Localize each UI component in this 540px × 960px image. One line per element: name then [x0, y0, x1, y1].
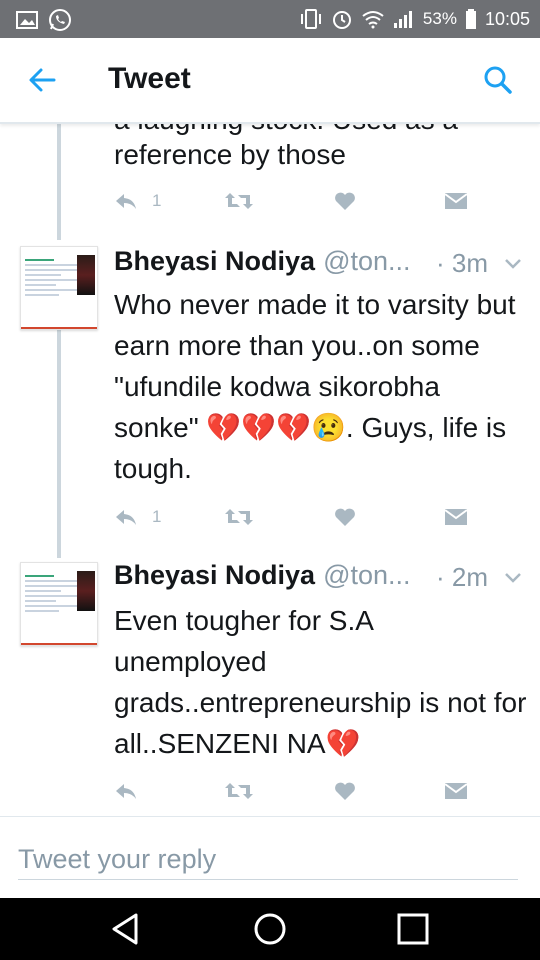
avatar-photo: [77, 571, 95, 611]
reply-count: 1: [152, 191, 162, 210]
reply-button[interactable]: [114, 776, 138, 806]
clock: 10:05: [484, 8, 530, 29]
tweet-actions: [114, 776, 494, 806]
reply-button[interactable]: 1: [114, 502, 161, 532]
battery-percent: 53%: [422, 9, 457, 28]
thread-line: [57, 122, 61, 240]
author-handle: @ton...: [323, 246, 411, 276]
direct-message-button[interactable]: [444, 186, 468, 216]
wifi-icon: [362, 11, 384, 29]
heart-icon: [335, 782, 355, 800]
envelope-icon: [444, 509, 468, 525]
signal-icon: [393, 11, 412, 28]
search-icon[interactable]: [482, 64, 514, 96]
reply-icon: [116, 194, 136, 209]
avatar-document-image: [25, 567, 77, 639]
retweet-button[interactable]: [224, 502, 254, 532]
page-title: Tweet: [108, 62, 191, 95]
author-name: Bheyasi Nodiya: [114, 560, 316, 590]
heart-icon: [335, 508, 355, 526]
chevron-down-icon[interactable]: [504, 572, 522, 584]
avatar[interactable]: [20, 246, 98, 330]
tweet-thread[interactable]: a laughing stock. Used as a reference by…: [0, 122, 540, 816]
like-button[interactable]: [334, 502, 356, 532]
author-handle: @ton...: [323, 560, 411, 590]
partial-tweet-text: reference by those: [114, 139, 346, 170]
avatar[interactable]: [20, 562, 98, 646]
avatar-accent-bar: [21, 643, 97, 645]
reply-bar: [0, 816, 540, 899]
retweet-button[interactable]: [224, 186, 254, 216]
gallery-icon: [16, 11, 38, 29]
thread-line: [57, 330, 61, 558]
envelope-icon: [444, 193, 468, 209]
tweet-actions: 1: [114, 186, 494, 216]
direct-message-button[interactable]: [444, 502, 468, 532]
whatsapp-icon: [49, 9, 71, 31]
retweet-icon: [225, 193, 253, 209]
tweet-author[interactable]: Bheyasi Nodiya @ton...: [114, 560, 411, 591]
tweet-timestamp[interactable]: · 3m: [436, 248, 488, 279]
recents-square-icon[interactable]: [395, 911, 431, 947]
back-arrow-icon[interactable]: [26, 64, 58, 96]
avatar-photo: [77, 255, 95, 295]
reply-icon: [116, 784, 136, 799]
reply-input[interactable]: [18, 839, 518, 880]
retweet-button[interactable]: [224, 776, 254, 806]
avatar-accent-bar: [21, 327, 97, 329]
back-triangle-icon[interactable]: [108, 911, 144, 947]
home-circle-icon[interactable]: [252, 911, 288, 947]
tweet-author[interactable]: Bheyasi Nodiya @ton...: [114, 246, 411, 277]
tweet-text: Even tougher for S.A unemployed grads..e…: [114, 605, 527, 759]
like-button[interactable]: [334, 776, 356, 806]
vibrate-icon: [300, 9, 321, 29]
reply-icon: [116, 510, 136, 525]
reply-count: 1: [152, 507, 162, 526]
battery-icon: [465, 9, 476, 29]
envelope-icon: [444, 783, 468, 799]
alarm-icon: [332, 11, 351, 29]
like-button[interactable]: [334, 186, 356, 216]
direct-message-button[interactable]: [444, 776, 468, 806]
tweet-text: Who never made it to varsity but earn mo…: [114, 289, 516, 484]
avatar-document-image: [25, 251, 77, 323]
reply-button[interactable]: 1: [114, 186, 161, 216]
author-name: Bheyasi Nodiya: [114, 246, 316, 276]
android-nav-bar: [0, 898, 540, 960]
heart-icon: [335, 192, 355, 210]
status-bar: 53% 10:05: [0, 0, 540, 38]
app-bar: Tweet: [0, 38, 540, 124]
tweet-timestamp[interactable]: · 2m: [436, 562, 488, 593]
retweet-icon: [225, 783, 253, 799]
tweet-actions: 1: [114, 502, 494, 532]
retweet-icon: [225, 509, 253, 525]
chevron-down-icon[interactable]: [504, 258, 522, 270]
